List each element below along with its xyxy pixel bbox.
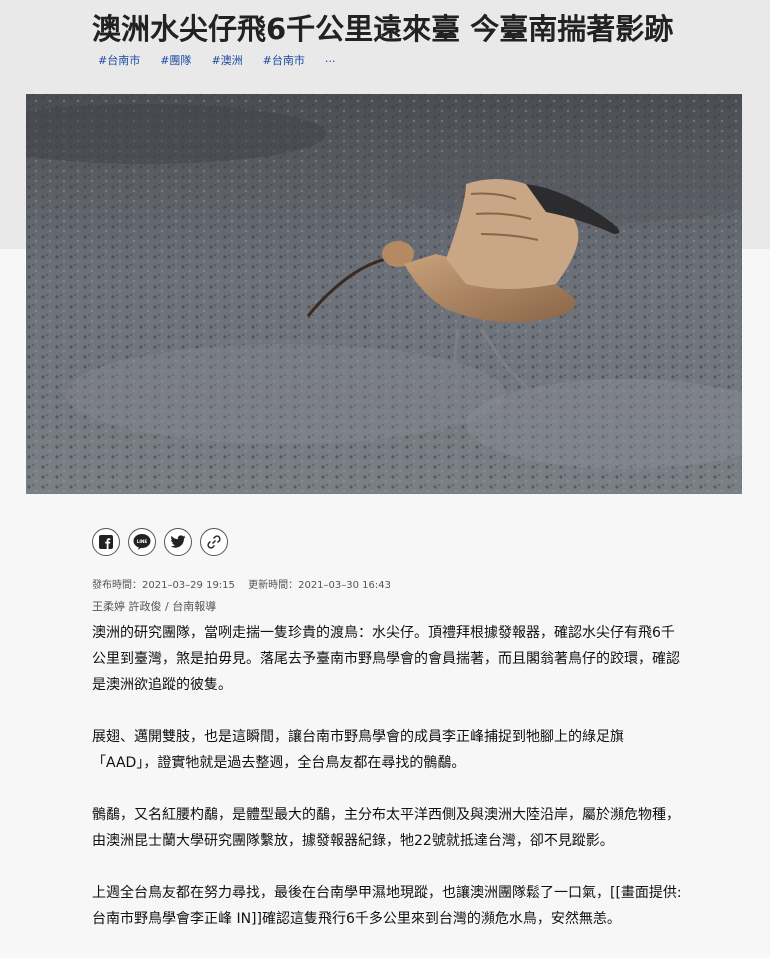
tag-link[interactable]: #澳洲 bbox=[211, 52, 242, 68]
line-icon: LINE bbox=[133, 534, 151, 550]
twitter-share-button[interactable] bbox=[164, 528, 192, 556]
article-paragraph: 上週全台鳥友都在努力尋找，最後在台南學甲濕地現蹤，也讓澳洲團隊鬆了一口氣，[[畫… bbox=[92, 885, 682, 927]
article-paragraph: 澳洲的研究團隊，當咧走揣一隻珍貴的渡鳥：水尖仔。頂禮拜根據發報器，確認水尖仔有飛… bbox=[92, 625, 680, 693]
line-share-button[interactable]: LINE bbox=[128, 528, 156, 556]
publish-meta: 發布時間：2021–03–29 19:15 更新時間：2021–03–30 16… bbox=[92, 576, 401, 591]
tag-link[interactable]: #台南市 bbox=[263, 52, 305, 68]
facebook-icon bbox=[99, 535, 113, 549]
copy-link-button[interactable] bbox=[200, 528, 228, 556]
more-tags-button[interactable]: ... bbox=[325, 52, 336, 68]
updated-time: 更新時間：2021–03–30 16:43 bbox=[248, 580, 391, 591]
author-line: 王柔婷 許政俊 / 台南報導 bbox=[92, 600, 217, 613]
tag-link[interactable]: #團隊 bbox=[160, 52, 191, 68]
article-paragraph: 鶻鷸，又名紅腰杓鷸，是體型最大的鷸，主分布太平洋西側及與澳洲大陸沿岸，屬於瀕危物… bbox=[92, 807, 680, 849]
tag-link[interactable]: #台南市 bbox=[98, 52, 140, 68]
tag-list: #台南市 #團隊 #澳洲 #台南市 ... bbox=[98, 52, 355, 68]
link-icon bbox=[207, 535, 221, 549]
twitter-icon bbox=[170, 535, 186, 548]
facebook-share-button[interactable] bbox=[92, 528, 120, 556]
line-icon-label: LINE bbox=[137, 539, 148, 544]
curlew-photo bbox=[26, 94, 742, 494]
share-bar: LINE bbox=[92, 528, 228, 556]
hero-image bbox=[26, 94, 742, 494]
page-title: 澳洲水尖仔飛6千公里遠來臺 今臺南揣著影跡 bbox=[92, 12, 674, 46]
article-paragraph: 展翅、邁開雙肢，也是這瞬間，讓台南市野鳥學會的成員李正峰捕捉到牠腳上的綠足旗「A… bbox=[92, 729, 624, 771]
published-time: 發布時間：2021–03–29 19:15 bbox=[92, 580, 235, 591]
article-body: 澳洲的研究團隊，當咧走揣一隻珍貴的渡鳥：水尖仔。頂禮拜根據發報器，確認水尖仔有飛… bbox=[92, 620, 682, 958]
